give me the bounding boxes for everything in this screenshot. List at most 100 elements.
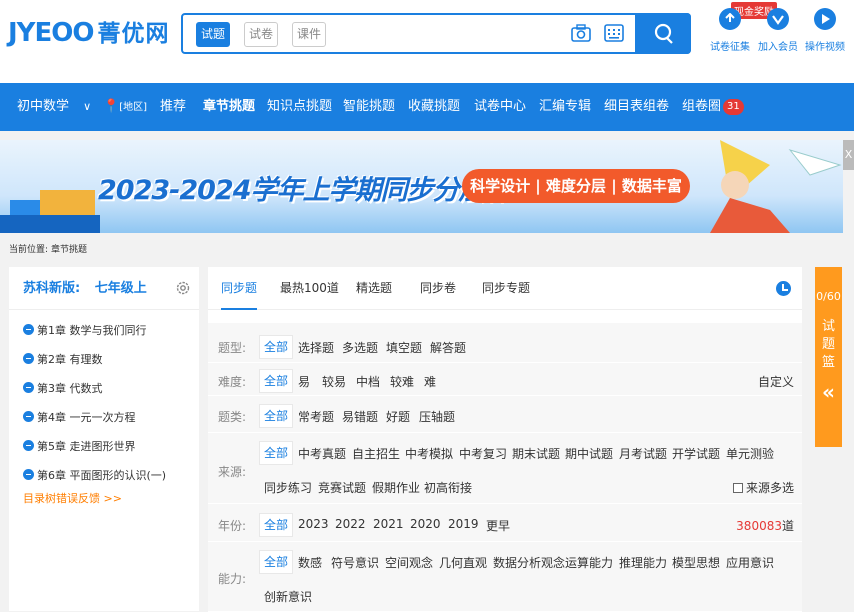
- filter-option[interactable]: 中考真题: [298, 445, 346, 462]
- keyboard-icon[interactable]: [604, 23, 624, 43]
- expand-plus-icon[interactable]: [23, 469, 34, 480]
- filter-panel: 题型: 全部 选择题 多选题 填空题 解答题 难度: 全部 易 较易 中档 较难…: [208, 323, 802, 612]
- multi-source-toggle[interactable]: 来源多选: [732, 479, 794, 496]
- search-tab-questions[interactable]: 试题: [196, 22, 230, 47]
- filter-option[interactable]: 初高衔接: [424, 479, 472, 496]
- filter-option[interactable]: 开学试题: [672, 445, 720, 462]
- filter-option[interactable]: 模型思想: [672, 554, 720, 571]
- nav-paper-circle[interactable]: 组卷圈 31: [682, 83, 744, 131]
- filter-option[interactable]: 好题: [386, 408, 410, 425]
- nav-compilation[interactable]: 汇编专辑: [539, 83, 591, 131]
- chapter-item[interactable]: 第1章 数学与我们同行: [9, 316, 199, 345]
- expand-plus-icon[interactable]: [23, 382, 34, 393]
- filter-option[interactable]: 几何直观: [439, 554, 487, 571]
- chapter-item[interactable]: 第4章 一元一次方程: [9, 403, 199, 432]
- filter-option[interactable]: 推理能力: [619, 554, 667, 571]
- filter-option[interactable]: 2021: [373, 517, 404, 531]
- logo[interactable]: JYEOO 菁优网: [8, 14, 169, 48]
- tab-selected[interactable]: 精选题: [356, 267, 392, 310]
- filter-option[interactable]: 全部: [259, 513, 294, 537]
- expand-plus-icon[interactable]: [23, 440, 34, 451]
- filter-option[interactable]: 空间观念: [385, 554, 433, 571]
- collapse-arrow-icon[interactable]: «: [815, 380, 842, 404]
- filter-option[interactable]: 期末试题: [512, 445, 560, 462]
- filter-option[interactable]: 全部: [259, 550, 294, 574]
- nav-paper-circle-label: 组卷圈: [682, 99, 722, 114]
- filter-option[interactable]: 期中试题: [565, 445, 613, 462]
- nav-smart-pick[interactable]: 智能挑题: [343, 83, 395, 131]
- nav-recommend[interactable]: 推荐: [160, 83, 186, 131]
- region-selector[interactable]: 📍[地区]: [103, 83, 147, 131]
- checkbox[interactable]: [732, 483, 743, 493]
- filter-option[interactable]: 更早: [486, 517, 510, 534]
- filter-option[interactable]: 较难: [390, 373, 414, 390]
- filter-option[interactable]: 2022: [335, 517, 366, 531]
- custom-difficulty-link[interactable]: 自定义: [758, 373, 794, 390]
- gear-icon[interactable]: [175, 280, 191, 296]
- nav-knowledge-pick[interactable]: 知识点挑题: [267, 83, 332, 131]
- chapter-item[interactable]: 第6章 平面图形的认识(一): [9, 461, 199, 490]
- chapter-item[interactable]: 第5章 走进图形世界: [9, 432, 199, 461]
- catalog-feedback-link[interactable]: 目录树错误反馈 >>: [9, 490, 199, 506]
- filter-option[interactable]: 填空题: [386, 339, 422, 356]
- filter-option[interactable]: 压轴题: [419, 408, 455, 425]
- filter-option[interactable]: 全部: [259, 369, 294, 393]
- filter-option[interactable]: 较易: [322, 373, 346, 390]
- filter-option[interactable]: 应用意识: [726, 554, 774, 571]
- filter-option[interactable]: 单元测验: [726, 445, 774, 462]
- filter-option[interactable]: 自主招生: [352, 445, 400, 462]
- filter-option[interactable]: 假期作业: [372, 479, 420, 496]
- filter-option[interactable]: 中考模拟: [405, 445, 453, 462]
- filter-option[interactable]: 常考题: [298, 408, 334, 425]
- search-tab-papers[interactable]: 试卷: [244, 22, 278, 47]
- nav-paper-center[interactable]: 试卷中心: [474, 83, 526, 131]
- chapter-item[interactable]: 第3章 代数式: [9, 374, 199, 403]
- tab-sync-papers[interactable]: 同步卷: [420, 267, 456, 310]
- filter-option[interactable]: 难: [424, 373, 436, 390]
- filter-option[interactable]: 同步练习: [264, 479, 312, 496]
- filter-option[interactable]: 多选题: [342, 339, 378, 356]
- breadcrumb: 当前位置: 章节挑题: [9, 242, 90, 255]
- expand-plus-icon[interactable]: [23, 353, 34, 364]
- filter-option[interactable]: 易: [298, 373, 310, 390]
- filter-option[interactable]: 月考试题: [619, 445, 667, 462]
- filter-option[interactable]: 全部: [259, 404, 294, 428]
- filter-option[interactable]: 2023: [298, 517, 329, 531]
- filter-option[interactable]: 选择题: [298, 339, 334, 356]
- filter-option[interactable]: 2020: [410, 517, 441, 531]
- filter-option[interactable]: 竞赛试题: [318, 479, 366, 496]
- filter-option[interactable]: 数感: [298, 554, 322, 571]
- nav-chapter-pick[interactable]: 章节挑题: [203, 83, 255, 131]
- filter-option[interactable]: 符号意识: [331, 554, 379, 571]
- banner-close-button[interactable]: X: [843, 140, 854, 170]
- filter-option[interactable]: 创新意识: [264, 588, 312, 605]
- tab-sync-topics[interactable]: 同步专题: [482, 267, 530, 310]
- search-button[interactable]: [635, 13, 691, 54]
- subject-selector[interactable]: 初中数学 ∨: [17, 83, 91, 131]
- camera-icon[interactable]: [571, 23, 591, 43]
- filter-option[interactable]: 全部: [259, 335, 294, 359]
- filter-option[interactable]: 全部: [259, 441, 294, 465]
- tutorial-video-link[interactable]: 操作视频: [795, 8, 854, 53]
- expand-plus-icon[interactable]: [23, 324, 34, 335]
- filter-option[interactable]: 易错题: [342, 408, 378, 425]
- filter-option[interactable]: 运算能力: [565, 554, 613, 571]
- filter-option[interactable]: 中档: [356, 373, 380, 390]
- filter-option[interactable]: 解答题: [430, 339, 466, 356]
- location-pin-icon: 📍: [103, 99, 120, 114]
- nav-spec-table[interactable]: 细目表组卷: [604, 83, 669, 131]
- search-tab-courseware[interactable]: 课件: [292, 22, 326, 47]
- expand-plus-icon[interactable]: [23, 411, 34, 422]
- question-basket[interactable]: 0/60 试题篮 «: [815, 267, 842, 447]
- tab-hot-100[interactable]: 最热100道: [280, 267, 339, 310]
- filter-option[interactable]: 数据分析观念: [493, 554, 565, 571]
- nav-favorites-pick[interactable]: 收藏挑题: [408, 83, 460, 131]
- breadcrumb-current[interactable]: 章节挑题: [51, 245, 87, 255]
- filter-option[interactable]: 2019: [448, 517, 479, 531]
- history-clock-icon[interactable]: [776, 281, 791, 296]
- chapter-item[interactable]: 第2章 有理数: [9, 345, 199, 374]
- promo-banner[interactable]: 2023-2024学年上学期同步分层作业 科学设计 | 难度分层 | 数据丰富: [0, 140, 843, 233]
- filter-option[interactable]: 中考复习: [459, 445, 507, 462]
- tab-sync-questions[interactable]: 同步题: [221, 267, 258, 310]
- textbook-selector[interactable]: 苏科新版: 七年级上: [9, 267, 199, 310]
